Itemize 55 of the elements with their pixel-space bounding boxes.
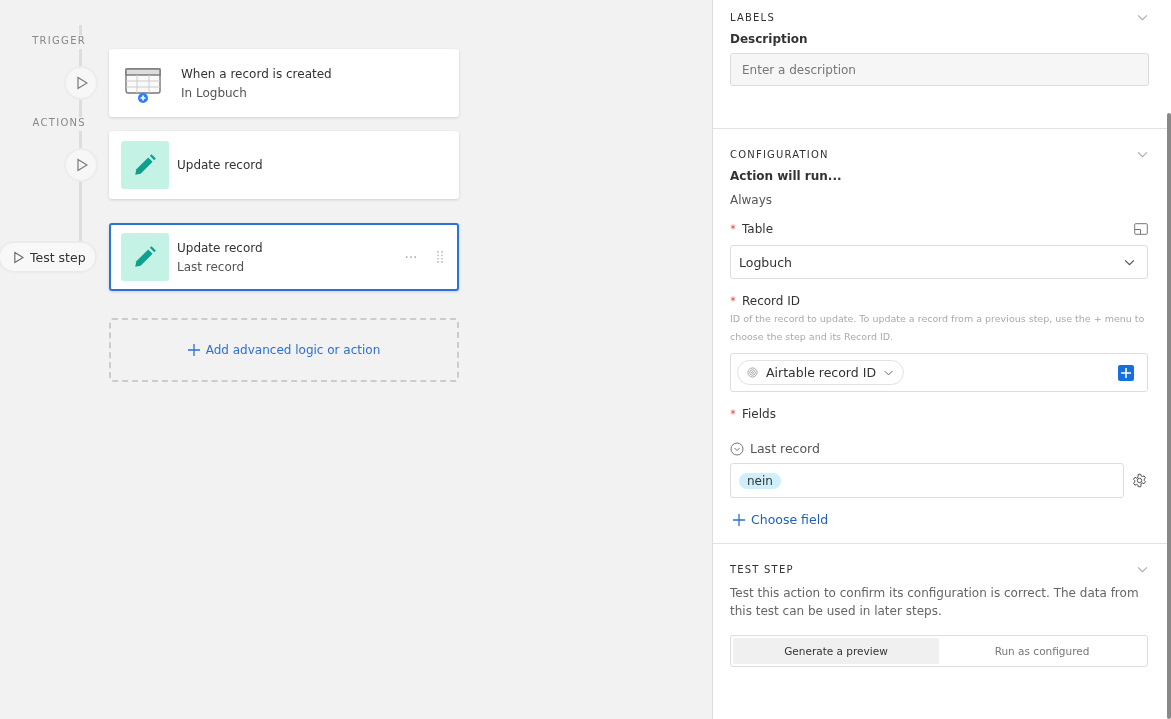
section-heading: LABELS (730, 11, 775, 23)
add-action-button[interactable]: Add advanced logic or action (109, 318, 459, 382)
section-heading: TRIGGER (30, 35, 86, 49)
pencil-icon (121, 141, 169, 189)
section-heading: CONFIGURATION (730, 148, 829, 160)
more-icon[interactable] (405, 255, 417, 259)
run-condition-value: Always (730, 193, 774, 207)
field-value-input[interactable]: nein (730, 463, 1124, 498)
plus-icon (187, 344, 200, 356)
step-subtitle: In Logbuch (181, 85, 248, 100)
drag-handle-icon[interactable] (437, 251, 443, 263)
field-label: Table (742, 222, 774, 236)
record-id-token[interactable]: Airtable record ID (737, 360, 904, 385)
plus-icon (733, 513, 745, 526)
step-card[interactable]: Update record (109, 131, 459, 199)
mode-tab[interactable]: Generate a preview (733, 638, 939, 664)
scrollbar[interactable] (1167, 113, 1171, 719)
choose-field-link[interactable]: Choose field (730, 512, 829, 527)
value-tag: nein (739, 472, 781, 489)
help-text: ID of the record to update. To update a record from a previous step, use the + menu to choose the step and its Record ID. (730, 312, 1146, 344)
test-step-button[interactable]: Test step (0, 243, 95, 271)
step-title: Update record (177, 158, 264, 172)
play-icon (13, 250, 24, 264)
step-card[interactable]: When a record is created In Logbuch (109, 49, 459, 117)
collapse-icon[interactable] (730, 441, 744, 456)
record-id-field[interactable]: Airtable record ID (730, 353, 1148, 392)
pencil-icon (121, 233, 169, 281)
step-title: When a record is created (181, 66, 333, 81)
table-add-icon (125, 68, 163, 104)
run-step-button[interactable] (66, 150, 96, 180)
chevron-down-icon[interactable] (1137, 565, 1148, 573)
play-icon (76, 76, 88, 90)
chevron-down-icon[interactable] (1137, 13, 1148, 21)
section-heading: ACTIONS (30, 117, 86, 131)
field-label: Description (730, 32, 809, 46)
step-card[interactable]: Update record Last record (109, 223, 459, 291)
step-subtitle: Last record (177, 259, 246, 274)
settings-icon[interactable] (1132, 473, 1147, 488)
field-label: Action will run... (730, 169, 843, 183)
play-icon (76, 158, 88, 172)
field-label: Fields (742, 407, 776, 421)
run-step-button[interactable] (66, 68, 96, 98)
chevron-down-icon (884, 369, 893, 376)
plus-icon[interactable] (1118, 364, 1134, 381)
description-text: Test this action to confirm its configuration is correct. The data from this test can be used in later steps. (730, 585, 1140, 620)
description-field[interactable]: Enter a description (730, 53, 1149, 86)
chevron-down-icon (1124, 258, 1135, 266)
step-title: Update record (177, 240, 264, 255)
expand-icon[interactable] (1134, 223, 1148, 235)
field-name: Last record (750, 441, 820, 456)
fingerprint-icon (747, 367, 758, 378)
table-select[interactable]: Logbuch (730, 245, 1148, 279)
chevron-down-icon[interactable] (1137, 150, 1148, 158)
section-heading: TEST STEP (730, 563, 794, 575)
field-label: Record ID (742, 294, 801, 308)
